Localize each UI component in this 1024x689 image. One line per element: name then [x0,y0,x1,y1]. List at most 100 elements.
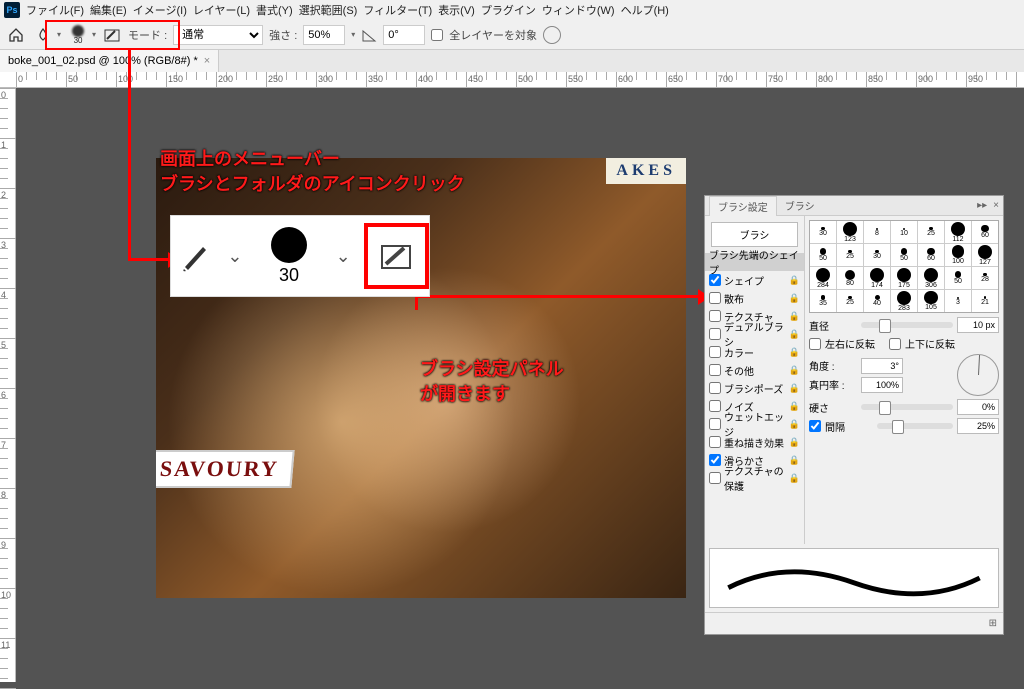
home-icon[interactable] [6,25,26,45]
lock-icon[interactable]: 🔒 [789,311,800,322]
menu-type[interactable]: 書式(Y) [256,2,293,18]
lock-icon[interactable]: 🔒 [789,383,800,394]
brush-preset[interactable]: 123 [837,221,863,243]
brush-preset[interactable]: 50 [945,267,971,289]
panel-collapse-icon[interactable]: ▸▸ [977,200,987,211]
brush-preset[interactable]: 3 [945,290,971,312]
option-checkbox[interactable] [709,292,721,304]
brush-preset[interactable]: 35 [810,290,836,312]
lock-icon[interactable]: 🔒 [789,437,800,448]
lock-icon[interactable]: 🔒 [789,365,800,376]
lock-icon[interactable]: 🔒 [789,455,800,466]
chevron-down-icon[interactable]: ▾ [92,30,96,39]
brush-preset[interactable]: 283 [891,290,917,312]
lock-icon[interactable]: 🔒 [789,347,800,358]
option-checkbox[interactable] [709,346,721,358]
brush-button[interactable]: ブラシ [711,222,798,247]
blur-tool-icon[interactable] [32,24,54,46]
brush-preset[interactable]: 40 [864,290,890,312]
menu-select[interactable]: 選択範囲(S) [299,2,358,18]
brush-option-row[interactable]: シェイプ🔒 [705,271,804,289]
brush-option-row[interactable]: 重ね描き効果🔒 [705,433,804,451]
brush-option-row[interactable]: デュアルブラシ🔒 [705,325,804,343]
lock-icon[interactable]: 🔒 [789,401,800,412]
diameter-value[interactable]: 10 px [957,317,999,333]
brush-preset[interactable]: 60 [972,221,998,243]
brush-preset[interactable]: 127 [972,244,998,266]
flip-x-checkbox[interactable] [809,338,821,350]
brush-preset[interactable]: 80 [837,267,863,289]
brush-preset-grid[interactable]: 3012381025112605025305060100127284801741… [809,220,999,313]
brush-option-row[interactable]: その他🔒 [705,361,804,379]
brush-option-row[interactable]: テクスチャの保護🔒 [705,469,804,487]
spacing-slider[interactable] [877,423,953,429]
spacing-value[interactable]: 25% [957,418,999,434]
brush-preset[interactable]: 100 [945,244,971,266]
flip-y-checkbox[interactable] [889,338,901,350]
brush-preset[interactable]: 28 [972,267,998,289]
lock-icon[interactable]: 🔒 [789,293,800,304]
brush-preset-preview[interactable]: 30 [67,24,89,46]
brush-option-row[interactable]: 散布🔒 [705,289,804,307]
diameter-slider[interactable] [861,322,953,328]
menu-file[interactable]: ファイル(F) [26,2,84,18]
lock-icon[interactable]: 🔒 [789,329,800,340]
brush-preset[interactable]: 21 [972,290,998,312]
brush-preset[interactable]: 174 [864,267,890,289]
brush-preset[interactable]: 8 [864,221,890,243]
option-checkbox[interactable] [709,400,721,412]
panel-tab-brush-settings[interactable]: ブラシ設定 [709,196,777,216]
angle-input[interactable] [383,25,425,45]
option-checkbox[interactable] [709,364,721,376]
brush-preset[interactable]: 30 [864,244,890,266]
menu-help[interactable]: ヘルプ(H) [621,2,669,18]
option-checkbox[interactable] [709,454,721,466]
brush-preset[interactable]: 112 [945,221,971,243]
option-checkbox[interactable] [709,310,721,322]
all-layers-checkbox[interactable] [431,29,443,41]
lock-icon[interactable]: 🔒 [789,419,800,430]
menu-window[interactable]: ウィンドウ(W) [542,2,615,18]
brush-preset[interactable]: 25 [837,244,863,266]
brush-option-row[interactable]: ブラシポーズ🔒 [705,379,804,397]
brush-preset[interactable]: 50 [891,244,917,266]
menu-edit[interactable]: 編集(E) [90,2,127,18]
panel-tab-brush[interactable]: ブラシ [777,196,823,215]
brush-option-row[interactable]: ウェットエッジ🔒 [705,415,804,433]
hardness-value[interactable]: 0% [957,399,999,415]
blend-mode-select[interactable]: 通常 [173,25,263,45]
brush-panel-toggle-icon[interactable] [102,25,122,45]
brush-preset[interactable]: 25 [837,290,863,312]
menu-plugin[interactable]: プラグイン [481,2,536,18]
angle-wheel[interactable] [957,354,999,396]
close-icon[interactable]: × [993,200,999,211]
option-checkbox[interactable] [709,274,721,286]
brush-preset[interactable]: 175 [891,267,917,289]
option-checkbox[interactable] [709,472,721,484]
lock-icon[interactable]: 🔒 [789,275,800,286]
lock-icon[interactable]: 🔒 [789,473,800,484]
chevron-down-icon[interactable]: ▾ [57,30,61,39]
document-tab[interactable]: boke_001_02.psd @ 100% (RGB/8#) * × [0,50,219,72]
option-checkbox[interactable] [709,436,721,448]
brush-preset[interactable]: 105 [918,290,944,312]
brush-tip-shape[interactable]: ブラシ先端のシェイプ [705,253,804,271]
chevron-down-icon[interactable]: ▾ [351,30,355,39]
brush-preset[interactable]: 284 [810,267,836,289]
new-preset-icon[interactable]: ⊞ [989,618,997,629]
menu-view[interactable]: 表示(V) [438,2,475,18]
hardness-slider[interactable] [861,404,953,410]
roundness-value[interactable]: 100% [861,377,903,393]
angle-value[interactable]: 3° [861,358,903,374]
brush-preset[interactable]: 306 [918,267,944,289]
brush-preset[interactable]: 10 [891,221,917,243]
brush-preset[interactable]: 30 [810,221,836,243]
option-checkbox[interactable] [709,328,721,340]
brush-preset[interactable]: 60 [918,244,944,266]
pressure-icon[interactable] [543,26,561,44]
brush-preset[interactable]: 25 [918,221,944,243]
menu-layer[interactable]: レイヤー(L) [193,2,250,18]
close-icon[interactable]: × [204,55,210,67]
menu-image[interactable]: イメージ(I) [133,2,187,18]
spacing-checkbox[interactable] [809,420,821,432]
